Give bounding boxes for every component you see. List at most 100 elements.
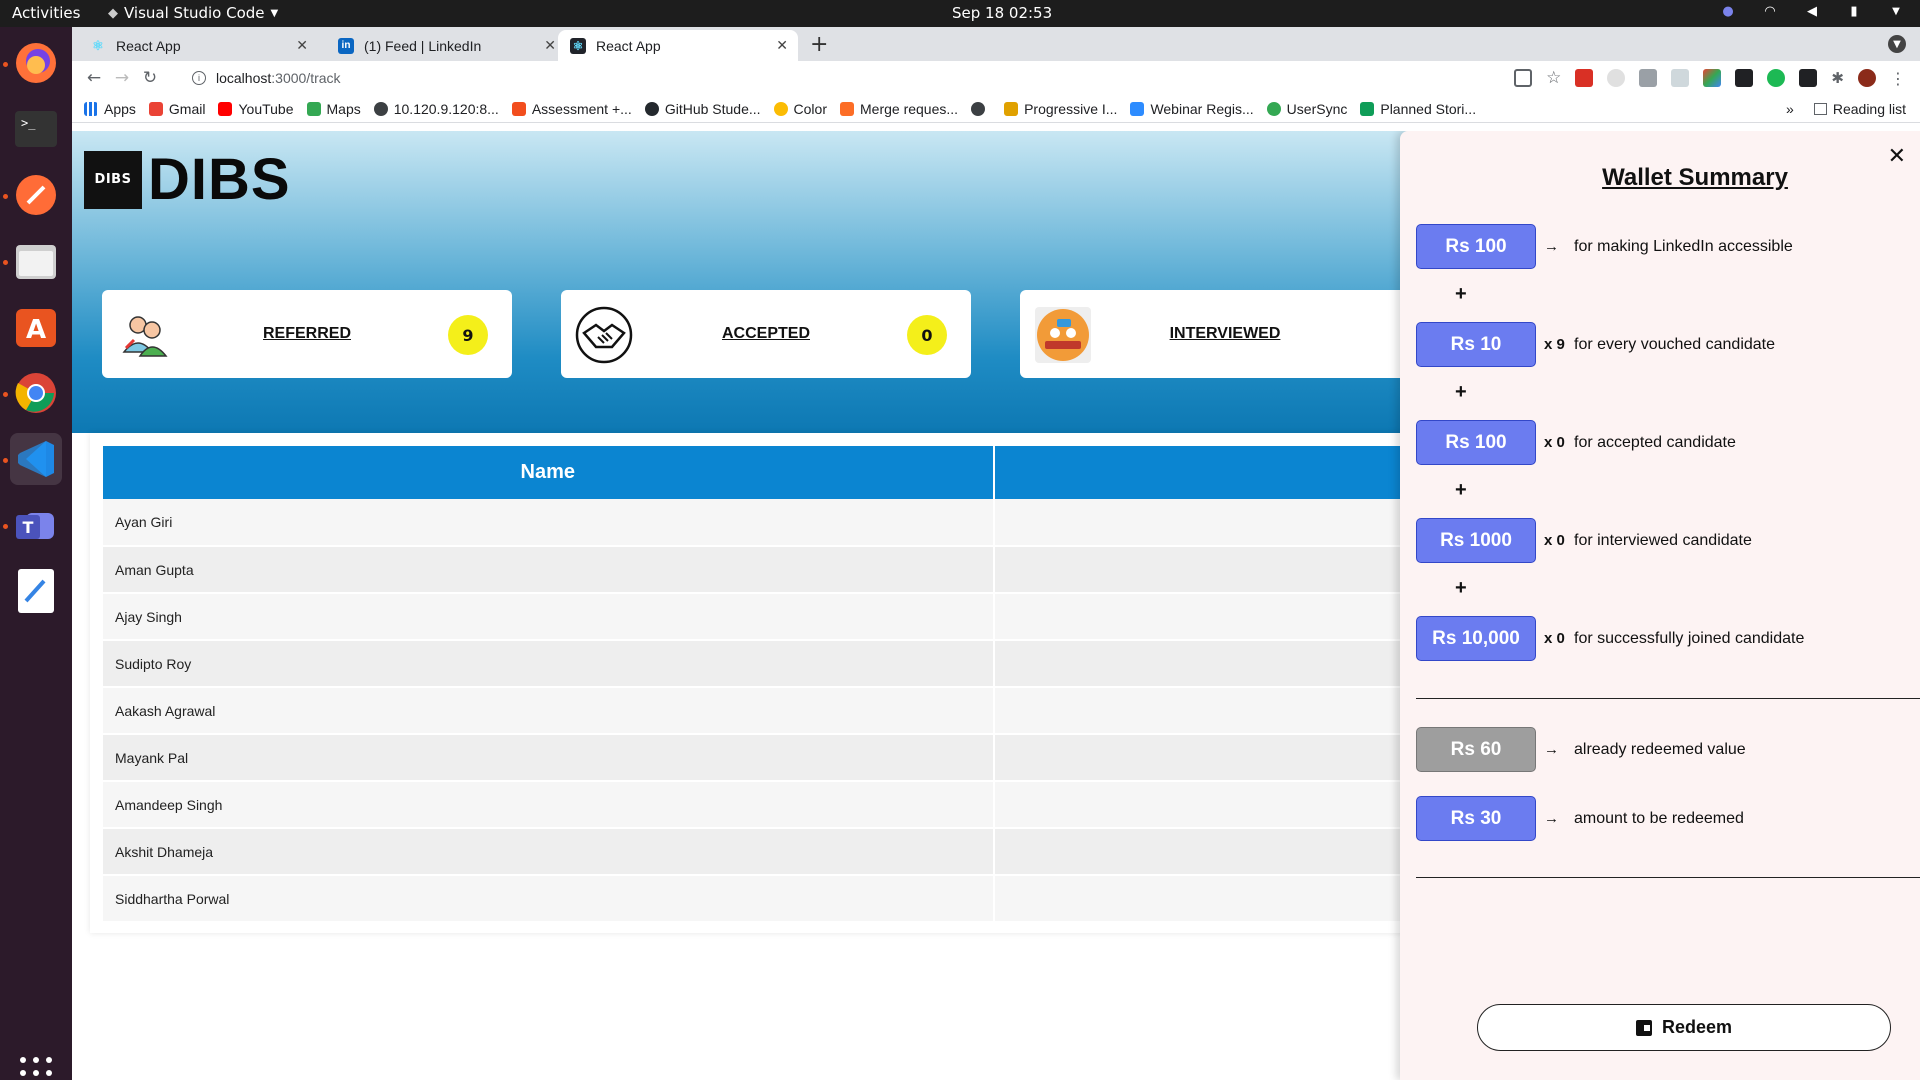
description: for interviewed candidate: [1574, 531, 1752, 549]
chrome-icon: [15, 373, 56, 413]
bookmark-usersync[interactable]: UserSync: [1266, 101, 1347, 117]
close-tab-icon[interactable]: ✕: [544, 37, 556, 54]
bookmark-planned[interactable]: Planned Stori...: [1360, 101, 1476, 117]
column-header-name[interactable]: Name: [103, 446, 995, 499]
tab-title: React App: [596, 37, 661, 54]
firefox-launcher[interactable]: [10, 37, 62, 89]
postman-launcher[interactable]: [10, 169, 62, 221]
react-icon: ⚛: [570, 37, 586, 54]
bookmark-globe[interactable]: [971, 101, 991, 116]
wallet-row-vouched: Rs 10 x 9 for every vouched candidate: [1416, 322, 1775, 367]
reload-icon[interactable]: ↻: [136, 68, 164, 88]
extension-w-icon[interactable]: [1799, 69, 1818, 87]
description: amount to be redeemed: [1574, 809, 1744, 827]
battery-icon[interactable]: ▮: [1846, 3, 1862, 19]
chevron-down-icon: ▼: [270, 7, 279, 19]
wallet-title: Wallet Summary: [1602, 164, 1788, 191]
text-editor-icon: [18, 569, 54, 613]
bookmark-star-icon[interactable]: ☆: [1546, 68, 1561, 88]
teams-launcher[interactable]: T: [10, 499, 62, 551]
extension-wave-icon[interactable]: [1671, 69, 1690, 87]
chrome-menu-icon[interactable]: ⋮: [1890, 69, 1906, 88]
name-cell: Sudipto Roy: [103, 640, 995, 688]
tab-linkedin[interactable]: in (1) Feed | LinkedIn ✕: [326, 30, 566, 61]
site-info-icon[interactable]: i: [192, 71, 206, 85]
tab-search-icon[interactable]: ▼: [1888, 35, 1906, 53]
page-viewport: DIBS DIBS REFERRED 9 ACCEPTED 0 INTERVIE…: [72, 131, 1920, 1080]
wallet-row-interviewed: Rs 1000 x 0 for interviewed candidate: [1416, 518, 1752, 563]
bookmark-youtube[interactable]: YouTube: [218, 101, 294, 117]
bookmark-apps[interactable]: Apps: [84, 101, 136, 117]
name-cell: Akshit Dhameja: [103, 828, 995, 876]
install-app-icon[interactable]: [1514, 69, 1533, 87]
system-tray[interactable]: ● ◠ ◀ ▮ ▼: [1720, 3, 1904, 19]
power-menu-icon[interactable]: ▼: [1888, 3, 1904, 19]
wifi-icon[interactable]: ◠: [1762, 3, 1778, 19]
wallet-row-accepted: Rs 100 x 0 for accepted candidate: [1416, 420, 1736, 465]
logo-text: DIBS: [148, 147, 291, 212]
clock[interactable]: Sep 18 02:53: [952, 4, 1052, 22]
teams-tray-icon[interactable]: ●: [1720, 3, 1736, 19]
text-editor-launcher[interactable]: [10, 565, 62, 617]
volume-icon[interactable]: ◀: [1804, 3, 1820, 19]
extension-dark-icon[interactable]: [1735, 69, 1754, 87]
divider: [1416, 698, 1920, 699]
plus-sign: +: [1455, 577, 1467, 599]
activities-button[interactable]: Activities: [12, 4, 80, 22]
tab-react-app-2[interactable]: ⚛ React App ✕: [558, 30, 798, 61]
running-indicator: [3, 524, 8, 529]
stat-card-accepted[interactable]: ACCEPTED 0: [561, 290, 971, 378]
bookmarks-right: » Reading list: [1786, 101, 1906, 117]
bookmark-progressive[interactable]: Progressive I...: [1004, 101, 1117, 117]
description: for accepted candidate: [1574, 433, 1736, 451]
app-logo[interactable]: DIBS DIBS: [84, 146, 291, 213]
redeem-button[interactable]: Redeem: [1477, 1004, 1891, 1051]
close-tab-icon[interactable]: ✕: [776, 37, 788, 54]
browser-toolbar: ← → ↻ i localhost:3000/track ☆ ✱ ⋮: [72, 61, 1920, 95]
new-tab-icon[interactable]: +: [810, 32, 828, 57]
extension-green-icon[interactable]: [1767, 69, 1786, 87]
extension-grey-icon[interactable]: [1607, 69, 1626, 87]
bookmark-maps[interactable]: Maps: [306, 101, 361, 117]
stat-card-interviewed[interactable]: INTERVIEWED: [1020, 290, 1430, 378]
vscode-launcher[interactable]: [10, 433, 62, 485]
globe-icon: [373, 101, 388, 116]
stat-card-referred[interactable]: REFERRED 9: [102, 290, 512, 378]
files-launcher[interactable]: [10, 235, 62, 287]
bookmark-gmail[interactable]: Gmail: [148, 101, 205, 117]
more-bookmarks-button[interactable]: »: [1786, 101, 1794, 117]
forward-icon[interactable]: →: [108, 68, 136, 88]
bookmark-github[interactable]: GitHub Stude...: [644, 101, 761, 117]
bookmark-assessment[interactable]: Assessment +...: [511, 101, 632, 117]
bookmark-ip[interactable]: 10.120.9.120:8...: [373, 101, 499, 117]
back-icon[interactable]: ←: [80, 68, 108, 88]
terminal-launcher[interactable]: >_: [10, 103, 62, 155]
svg-text:>_: >_: [21, 116, 36, 130]
bookmark-webinar[interactable]: Webinar Regis...: [1130, 101, 1254, 117]
name-cell: Siddhartha Porwal: [103, 875, 995, 923]
show-applications-icon[interactable]: [20, 1057, 52, 1080]
extension-pen-icon[interactable]: [1639, 69, 1658, 87]
address-bar[interactable]: i localhost:3000/track: [180, 64, 1588, 92]
globe-icon: [971, 101, 986, 116]
description: for every vouched candidate: [1574, 335, 1776, 353]
chrome-launcher[interactable]: [10, 367, 62, 419]
logo-badge: DIBS: [84, 150, 142, 209]
name-cell: Aman Gupta: [103, 546, 995, 594]
running-indicator: [3, 260, 8, 265]
extensions-puzzle-icon[interactable]: ✱: [1831, 69, 1844, 87]
extension-color-icon[interactable]: [1703, 69, 1722, 87]
close-tab-icon[interactable]: ✕: [296, 37, 308, 54]
bookmark-gitlab[interactable]: Merge reques...: [840, 101, 958, 117]
profile-avatar[interactable]: [1858, 69, 1876, 87]
tab-react-app-1[interactable]: ⚛ React App ✕: [78, 30, 318, 61]
gmail-icon: [148, 101, 163, 116]
app-menu[interactable]: ◆ Visual Studio Code ▼: [108, 4, 278, 22]
software-launcher[interactable]: A: [10, 301, 62, 353]
wallet-row-to-redeem: Rs 30 → amount to be redeemed: [1416, 796, 1744, 841]
extensions-bar: ☆ ✱ ⋮: [1514, 68, 1906, 88]
software-store-icon: A: [16, 309, 56, 347]
extension-red-icon[interactable]: [1575, 69, 1594, 87]
reading-list-button[interactable]: Reading list: [1813, 101, 1906, 117]
bookmark-color[interactable]: Color: [773, 101, 827, 117]
